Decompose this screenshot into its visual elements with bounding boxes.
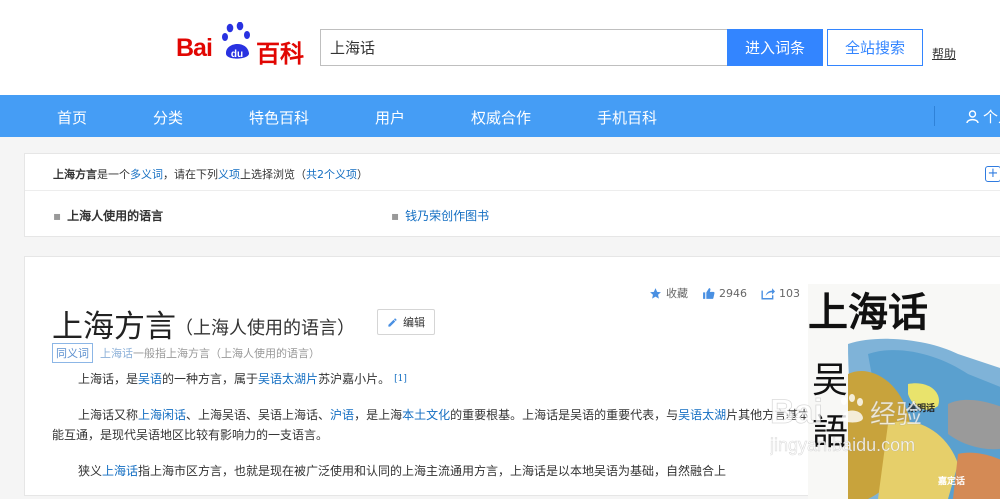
nav-item-mobile[interactable]: 手机百科 [597,107,657,128]
nav-item-categories[interactable]: 分类 [153,107,183,128]
nav-item-home[interactable]: 首页 [57,107,87,128]
page-title: 上海方言 [52,309,176,345]
map-side-text-1: 吴 [812,360,848,401]
link-wuyu-taihu-2[interactable]: 吴语太湖 [678,408,726,422]
polysemy-intro: 上海方言是一个多义词，请在下列义项上选择浏览（共2个义项） [53,166,368,182]
nav-item-users[interactable]: 用户 [375,107,405,128]
logo-bai: Bai [176,34,213,62]
main-nav: 首页 分类 特色百科 用户 权威合作 手机百科 个人 [0,95,1000,137]
share-count: 103 [779,286,800,300]
header: Bai du 百科 进入词条 全站搜索 帮助 [0,0,1000,95]
bullet-icon: ▪ [391,209,400,223]
link-wuyu[interactable]: 吴语 [138,372,162,386]
reference-1[interactable]: [1] [394,374,407,384]
link-local-culture[interactable]: 本土文化 [402,408,450,422]
dialect-map-graphic: 上海话 吴 語 崇明话 嘉定话 [808,290,1000,499]
edit-label: 编辑 [403,316,425,329]
user-label: 个人 [983,108,1000,126]
star-icon [650,287,661,299]
map-side-text-2: 語 [812,412,848,453]
map-label-chongming: 崇明话 [908,402,935,414]
polysemy-divider [25,190,1000,191]
synonym-link[interactable]: 上海话 [100,347,133,360]
synonym-row: 同义词 上海话一般指上海方言（上海人使用的语言） [52,343,320,363]
paragraph-1: 上海话，是吴语的一种方言，属于吴语太湖片苏沪嘉小片。 [1] [52,369,812,389]
share-button[interactable]: 103 [761,287,800,300]
para-text: 的重要根基。上海话是吴语的重要代表，与 [450,408,679,422]
plus-icon[interactable]: + [985,166,1000,182]
paw-icon: du [222,22,250,60]
map-big-text: 上海话 [808,290,928,336]
share-icon [761,287,775,299]
help-link[interactable]: 帮助 [932,45,956,62]
logo-du: du [231,49,243,60]
nav-user[interactable]: 个人 [966,106,1000,127]
sense-option-other[interactable]: ▪ 钱乃荣创作图书 [391,207,489,224]
synonym-desc: 一般指上海方言（上海人使用的语言） [133,347,320,360]
nav-divider [934,106,935,126]
polysemy-text: 是一个 [97,168,130,181]
paragraph-3: 狭义上海话指上海市区方言，也就是现在被广泛使用和认同的上海主流通用方言，上海话是… [52,461,812,481]
paragraph-2: 上海话又称上海闲话、上海吴语、吴语上海话、沪语，是上海本土文化的重要根基。上海话… [52,405,812,445]
polysemy-text: ） [357,168,368,181]
polysemy-link[interactable]: 多义词 [130,168,163,181]
map-label-jiading: 嘉定话 [937,475,965,487]
link-wuyu-taihu[interactable]: 吴语太湖片 [258,372,318,386]
like-count: 2946 [719,286,747,300]
para-text: 上海话又称 [78,408,139,422]
sense-link[interactable]: 义项 [218,168,240,181]
article-card: 收藏 2946 103 上海方言 （上海人使用的语言） 编辑 同义词 上海话一般… [24,256,1000,499]
synonym-text: 上海话一般指上海方言（上海人使用的语言） [100,345,320,361]
polysemy-term: 上海方言 [53,168,97,181]
nav-item-authority[interactable]: 权威合作 [471,107,531,128]
nav-item-featured[interactable]: 特色百科 [249,107,309,128]
link-huyu[interactable]: 沪语 [330,408,354,422]
edit-button[interactable]: 编辑 [377,309,435,335]
link-shanghai-xianhua[interactable]: 上海闲话 [138,408,186,422]
collect-label: 收藏 [666,287,688,300]
para-text: 的一种方言，属于 [162,372,259,386]
bullet-icon: ▪ [53,209,62,223]
logo-baike: 百科 [256,40,304,68]
search-box[interactable] [320,29,727,66]
para-text: 苏沪嘉小片。 [318,372,391,386]
synonym-tag: 同义词 [52,343,93,363]
pencil-icon [388,317,397,327]
user-icon [966,109,979,123]
para-text: ，是上海 [354,408,403,422]
search-input[interactable] [321,30,727,65]
polysemy-text: 上选择浏览（ [240,168,306,181]
para-text: 、上海吴语、吴语上海话、 [186,408,331,422]
article-toolbar: 收藏 2946 103 [649,285,814,301]
dialect-map-image[interactable]: 上海话 吴 語 崇明话 嘉定话 [808,284,1000,499]
sense-option-label: 上海人使用的语言 [67,209,164,223]
site-search-button[interactable]: 全站搜索 [827,29,923,66]
polysemy-text: ，请在下列 [163,168,218,181]
baidu-baike-logo[interactable]: Bai du 百科 [176,20,306,68]
para-text: 上海话，是 [78,372,139,386]
sense-option-current[interactable]: ▪ 上海人使用的语言 [53,207,163,224]
thumbs-up-icon [703,287,715,299]
sense-count-link[interactable]: 共2个义项 [306,168,357,181]
like-button[interactable]: 2946 [702,287,747,300]
page-subtitle: （上海人使用的语言） [175,318,355,339]
enter-entry-button[interactable]: 进入词条 [727,29,823,66]
collect-button[interactable]: 收藏 [649,285,688,301]
polysemy-box: 上海方言是一个多义词，请在下列义项上选择浏览（共2个义项） + ▪ 上海人使用的语… [24,153,1000,237]
sense-option-label: 钱乃荣创作图书 [405,209,490,223]
